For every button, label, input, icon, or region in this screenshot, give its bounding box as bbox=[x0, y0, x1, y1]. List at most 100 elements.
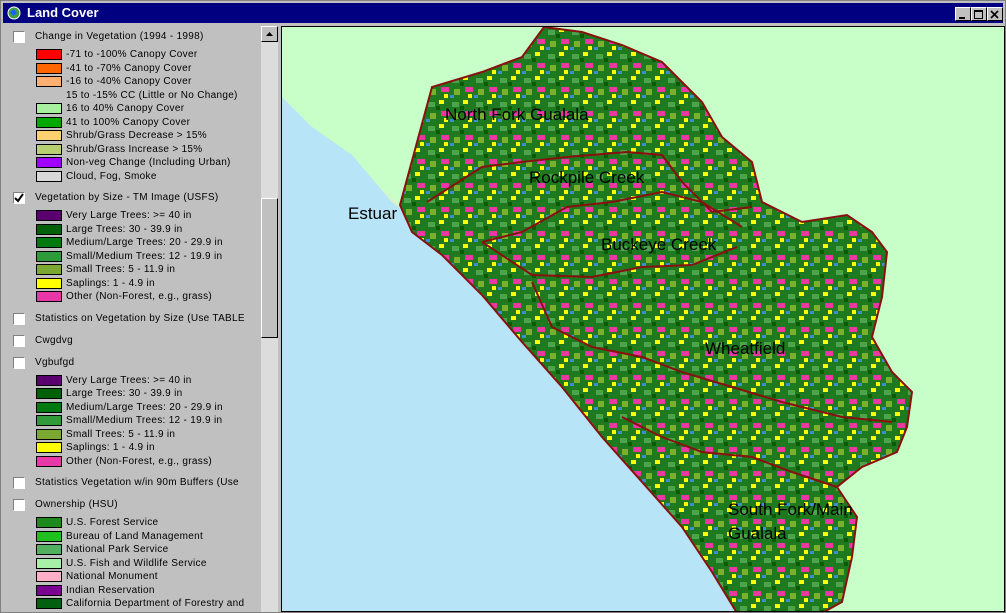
legend-class-label: Shrub/Grass Decrease > 15% bbox=[66, 130, 207, 141]
legend-class-label: 16 to 40% Canopy Cover bbox=[66, 103, 185, 114]
legend-swatch bbox=[36, 157, 62, 168]
legend-swatch bbox=[36, 374, 62, 386]
legend-class-label: National Park Service bbox=[66, 544, 169, 555]
legend-class-label: California Department of Forestry and bbox=[66, 598, 245, 609]
map-view[interactable]: North Fork Gualala Rockpile Creek Estuar Bu… bbox=[281, 26, 1005, 612]
legend-swatch bbox=[36, 557, 62, 569]
legend-swatch bbox=[36, 401, 62, 413]
minimize-button[interactable] bbox=[955, 7, 971, 21]
legend-swatch bbox=[36, 116, 62, 128]
legend-class-label: U.S. Forest Service bbox=[66, 517, 159, 528]
legend-class-label: -16 to -40% Canopy Cover bbox=[66, 76, 192, 87]
layer-name[interactable]: Statistics Vegetation w/in 90m Buffers (… bbox=[35, 477, 239, 488]
legend-class-label: Small/Medium Trees: 12 - 19.9 in bbox=[66, 415, 223, 426]
legend-swatch bbox=[36, 611, 62, 612]
legend-swatch bbox=[36, 517, 62, 528]
legend-class-label: -41 to -70% Canopy Cover bbox=[66, 62, 192, 74]
legend-class-label: Non-veg Change (Including Urban) bbox=[66, 157, 231, 168]
maximize-button[interactable] bbox=[971, 7, 987, 21]
legend-swatch bbox=[36, 210, 62, 221]
layer-visibility-checkbox[interactable] bbox=[13, 312, 25, 325]
legend-class-label: Large Trees: 30 - 39.9 in bbox=[66, 223, 183, 235]
legend-swatch bbox=[36, 223, 62, 235]
map-label: Wheatfield bbox=[705, 339, 786, 358]
legend-swatch bbox=[36, 544, 62, 555]
legend-swatch bbox=[36, 415, 62, 426]
legend-swatch bbox=[36, 250, 62, 262]
legend-class-label: Small Trees: 5 - 11.9 in bbox=[66, 264, 176, 275]
legend-class-label: 15 to -15% CC (Little or No Change) bbox=[66, 89, 238, 101]
map-label: South Fork/Main bbox=[728, 500, 853, 519]
scroll-thumb[interactable] bbox=[261, 198, 278, 338]
window-title: Land Cover bbox=[27, 5, 99, 20]
map-label: North Fork Gualala bbox=[445, 105, 589, 124]
legend-class-label: Cloud, Fog, Smoke bbox=[66, 170, 157, 182]
legend-class-label: 41 to 100% Canopy Cover bbox=[66, 116, 191, 128]
layer-visibility-checkbox[interactable] bbox=[13, 477, 25, 489]
watershed-map[interactable] bbox=[282, 27, 1005, 612]
legend-class-label: Large Trees: 30 - 39.9 in bbox=[66, 388, 183, 399]
legend-class-label: California Department of Parks and Re bbox=[66, 611, 249, 613]
legend-class-label: Shrub/Grass Increase > 15% bbox=[66, 143, 203, 155]
legend-swatch bbox=[36, 291, 62, 302]
layer-name[interactable]: Cwgdvg bbox=[35, 335, 73, 346]
legend-swatch bbox=[36, 130, 62, 141]
layer-name[interactable]: Vegetation by Size - TM Image (USFS) bbox=[35, 192, 218, 203]
close-button[interactable] bbox=[987, 7, 1003, 21]
checkmark-icon bbox=[14, 193, 24, 203]
legend-swatch bbox=[36, 530, 62, 542]
legend-swatch bbox=[36, 598, 62, 609]
layer-name[interactable]: Vgbufgd bbox=[35, 357, 74, 368]
maximize-icon bbox=[974, 10, 983, 19]
legend-class-label: Indian Reservation bbox=[66, 584, 155, 596]
legend-swatch bbox=[36, 143, 62, 155]
layer-visibility-checkbox[interactable] bbox=[13, 31, 25, 43]
map-label: Rockpile Creek bbox=[529, 168, 645, 187]
legend-scrollbar[interactable] bbox=[261, 26, 278, 612]
legend-class-label: -71 to -100% Canopy Cover bbox=[66, 49, 198, 60]
legend-swatch bbox=[36, 264, 62, 275]
legend-swatch bbox=[36, 237, 62, 248]
legend-swatch bbox=[36, 571, 62, 582]
close-icon bbox=[990, 10, 999, 19]
layer-name[interactable]: Ownership (HSU) bbox=[35, 499, 118, 510]
legend-class-label: Medium/Large Trees: 20 - 29.9 in bbox=[66, 401, 223, 413]
legend-class-label: Very Large Trees: >= 40 in bbox=[66, 210, 192, 221]
legend-swatch bbox=[36, 455, 62, 467]
legend-class-label: Small Trees: 5 - 11.9 in bbox=[66, 428, 176, 440]
legend-class-label: Medium/Large Trees: 20 - 29.9 in bbox=[66, 237, 223, 248]
land-cover-window: Land Cover Change in Vegetation (1994 - … bbox=[0, 0, 1006, 613]
layer-visibility-checkbox[interactable] bbox=[13, 192, 25, 204]
legend-class-label: Saplings: 1 - 4.9 in bbox=[66, 277, 155, 289]
legend-class-label: U.S. Fish and Wildlife Service bbox=[66, 557, 207, 569]
legend-swatch bbox=[36, 277, 62, 289]
layer-visibility-checkbox[interactable] bbox=[13, 499, 25, 511]
legend-class-label: National Monument bbox=[66, 571, 158, 582]
legend-class-label: Small/Medium Trees: 12 - 19.9 in bbox=[66, 250, 223, 262]
legend-swatch bbox=[36, 428, 62, 440]
map-label: Gualala bbox=[728, 524, 787, 543]
map-label: Buckeye Creek bbox=[601, 235, 717, 254]
legend-swatch bbox=[36, 584, 62, 596]
layer-visibility-checkbox[interactable] bbox=[13, 334, 25, 347]
legend-swatch bbox=[36, 62, 62, 74]
legend-class-label: Other (Non-Forest, e.g., grass) bbox=[66, 291, 213, 302]
title-bar[interactable]: Land Cover bbox=[3, 3, 1003, 23]
view-globe-icon bbox=[7, 6, 21, 20]
legend-class-label: Other (Non-Forest, e.g., grass) bbox=[66, 455, 213, 467]
table-of-contents: Change in Vegetation (1994 - 1998) -71 to… bbox=[5, 26, 261, 612]
legend-class-label: Very Large Trees: >= 40 in bbox=[66, 374, 192, 386]
minimize-icon bbox=[959, 17, 965, 19]
legend-swatch bbox=[36, 442, 62, 453]
layer-name[interactable]: Change in Vegetation (1994 - 1998) bbox=[35, 31, 204, 42]
legend-swatch bbox=[36, 388, 62, 399]
legend-class-label: Saplings: 1 - 4.9 in bbox=[66, 442, 155, 453]
scroll-up-button[interactable] bbox=[261, 26, 278, 42]
map-label: Estuar bbox=[348, 204, 398, 223]
legend-swatch bbox=[36, 170, 62, 182]
legend-swatch bbox=[36, 49, 62, 60]
layer-visibility-checkbox[interactable] bbox=[13, 356, 25, 369]
scroll-up-arrow-icon bbox=[266, 32, 273, 36]
legend-swatch bbox=[36, 76, 62, 87]
layer-name[interactable]: Statistics on Vegetation by Size (Use TA… bbox=[35, 313, 245, 324]
